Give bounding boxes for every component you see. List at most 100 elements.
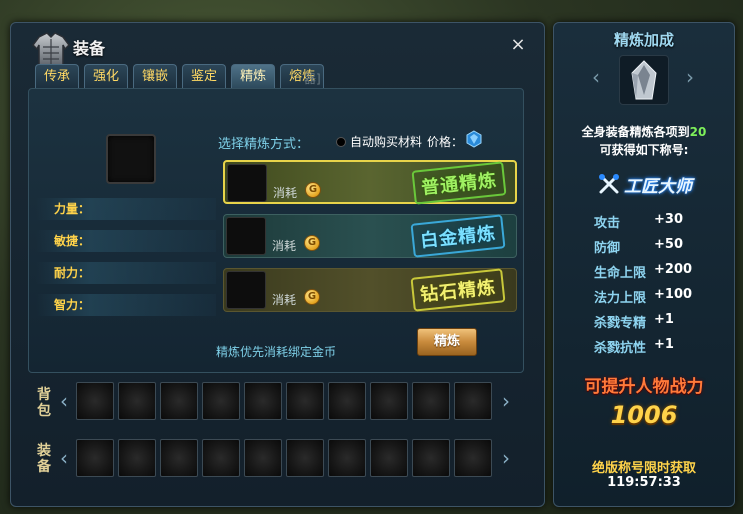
bonus-name: 杀戮抗性	[594, 341, 647, 356]
stamp-diamond-refine: 钻石精炼	[410, 268, 506, 312]
tab-identify[interactable]: 鉴定	[182, 64, 227, 90]
equip-cell[interactable]	[412, 439, 450, 477]
bag-cell[interactable]	[244, 382, 282, 420]
equip-cell[interactable]	[118, 439, 156, 477]
material-slot	[226, 271, 266, 309]
stat-row-stamina: 耐力：	[36, 262, 216, 284]
equip-cell[interactable]	[286, 439, 324, 477]
stat-label-stamina: 耐力：	[54, 266, 91, 280]
bag-label: 背包	[37, 387, 51, 419]
stat-row-agility: 敏捷：	[36, 230, 216, 252]
cost-label: 消耗	[272, 239, 297, 253]
bag-cell[interactable]	[412, 382, 450, 420]
equip-grid	[76, 439, 492, 477]
bonus-value: +30	[654, 212, 683, 227]
refine-option-normal[interactable]: 消耗 G 普通精炼	[223, 160, 517, 205]
tab-inlay[interactable]: 镶嵌	[133, 64, 178, 90]
refine-option-diamond[interactable]: 消耗 G 钻石精炼	[223, 268, 517, 312]
equipment-slot[interactable]	[106, 134, 156, 184]
power-value: 1006	[610, 401, 678, 429]
stat-label-intellect: 智力：	[54, 298, 91, 312]
stat-label-strength: 力量：	[54, 202, 91, 216]
prev-title-arrow[interactable]: ‹	[592, 65, 600, 89]
auto-buy-label: 自动购买材料	[350, 135, 423, 149]
bonus-value: +100	[654, 287, 693, 302]
bonus-value: +1	[654, 337, 674, 352]
stat-label-agility: 敏捷：	[54, 234, 91, 248]
bag-cell[interactable]	[454, 382, 492, 420]
bonus-row: 法力上限 +100	[584, 287, 724, 307]
next-title-arrow[interactable]: ›	[686, 65, 694, 89]
bonus-name: 法力上限	[594, 291, 647, 306]
bonus-row: 生命上限 +200	[584, 262, 724, 282]
bonus-row: 杀戮专精 +1	[584, 312, 724, 332]
bonus-value: +200	[654, 262, 693, 277]
limited-title-text: 绝版称号限时获取	[591, 461, 696, 476]
auto-buy-radio[interactable]	[336, 136, 346, 147]
window-title: 装备	[73, 39, 106, 58]
equip-next-arrow[interactable]: ›	[500, 444, 512, 472]
refine-option-platinum[interactable]: 消耗 G 白金精炼	[223, 214, 517, 258]
close-button[interactable]: ×	[509, 36, 527, 54]
cost-label: 消耗	[273, 186, 298, 200]
bag-cell[interactable]	[286, 382, 324, 420]
refine-method-label: 选择精炼方式：	[218, 137, 310, 152]
equip-cell[interactable]	[328, 439, 366, 477]
tab-inherit[interactable]: 传承	[35, 64, 80, 90]
refine-button[interactable]: 精炼	[417, 328, 477, 356]
bag-prev-arrow[interactable]: ‹	[58, 387, 70, 415]
requirement-prefix: 全身装备精炼各项到	[581, 125, 690, 139]
tab-ghost-text: 器]	[304, 72, 321, 86]
bonus-value: +1	[654, 312, 674, 327]
equip-prev-arrow[interactable]: ‹	[58, 444, 70, 472]
equip-cell[interactable]	[76, 439, 114, 477]
bag-grid	[76, 382, 492, 420]
refine-bonus-panel: 精炼加成 ‹ › 全身装备精炼各项到20 可获得如下称号: 工匠大师 攻击 +3…	[553, 22, 735, 507]
crystal-badge-icon	[631, 60, 657, 100]
power-label: 可提升人物战力	[584, 377, 704, 397]
equip-cell[interactable]	[370, 439, 408, 477]
tab-bar: 传承 强化 镶嵌 鉴定 精炼 熔炼	[35, 64, 325, 90]
requirement-line-1: 全身装备精炼各项到20	[554, 123, 734, 140]
bonus-row: 杀戮抗性 +1	[584, 337, 724, 357]
stat-row-strength: 力量：	[36, 198, 216, 220]
side-title: 精炼加成	[613, 31, 674, 49]
bonus-name: 攻击	[594, 216, 621, 231]
bonus-name: 杀戮专精	[594, 316, 647, 331]
equip-cell[interactable]	[454, 439, 492, 477]
equip-cell[interactable]	[202, 439, 240, 477]
gold-coin-icon: G	[304, 235, 320, 251]
price-label: 价格：	[427, 135, 464, 149]
bonus-row: 攻击 +30	[584, 212, 724, 232]
bag-cell[interactable]	[76, 382, 114, 420]
tab-refine[interactable]: 精炼	[231, 64, 276, 90]
stamp-normal-refine: 普通精炼	[411, 161, 507, 205]
blue-gem-icon	[466, 130, 482, 148]
material-slot	[227, 164, 267, 202]
countdown-timer: 119:57:33	[607, 475, 681, 490]
material-slot	[226, 217, 266, 255]
requirement-level: 20	[689, 125, 707, 139]
auto-buy-toggle[interactable]: 自动购买材料	[336, 133, 422, 150]
equip-cell[interactable]	[244, 439, 282, 477]
bag-cell[interactable]	[202, 382, 240, 420]
bag-cell[interactable]	[328, 382, 366, 420]
gold-coin-icon: G	[304, 289, 320, 305]
equip-cell[interactable]	[160, 439, 198, 477]
cost-label: 消耗	[272, 293, 297, 307]
gold-coin-icon: G	[305, 182, 321, 198]
requirement-line-2: 可获得如下称号:	[599, 143, 689, 157]
bonus-name: 生命上限	[594, 266, 647, 281]
bag-cell[interactable]	[118, 382, 156, 420]
stamp-platinum-refine: 白金精炼	[410, 214, 506, 258]
stat-row-intellect: 智力：	[36, 294, 216, 316]
priority-note: 精炼优先消耗绑定金币	[216, 345, 337, 359]
equip-label: 装备	[37, 443, 51, 475]
title-badge-text: 工匠大师	[624, 176, 692, 197]
bag-cell[interactable]	[160, 382, 198, 420]
bag-next-arrow[interactable]: ›	[500, 387, 512, 415]
crossed-tools-icon	[599, 174, 619, 194]
tab-enhance[interactable]: 强化	[84, 64, 129, 90]
bonus-name: 防御	[594, 241, 621, 256]
bag-cell[interactable]	[370, 382, 408, 420]
